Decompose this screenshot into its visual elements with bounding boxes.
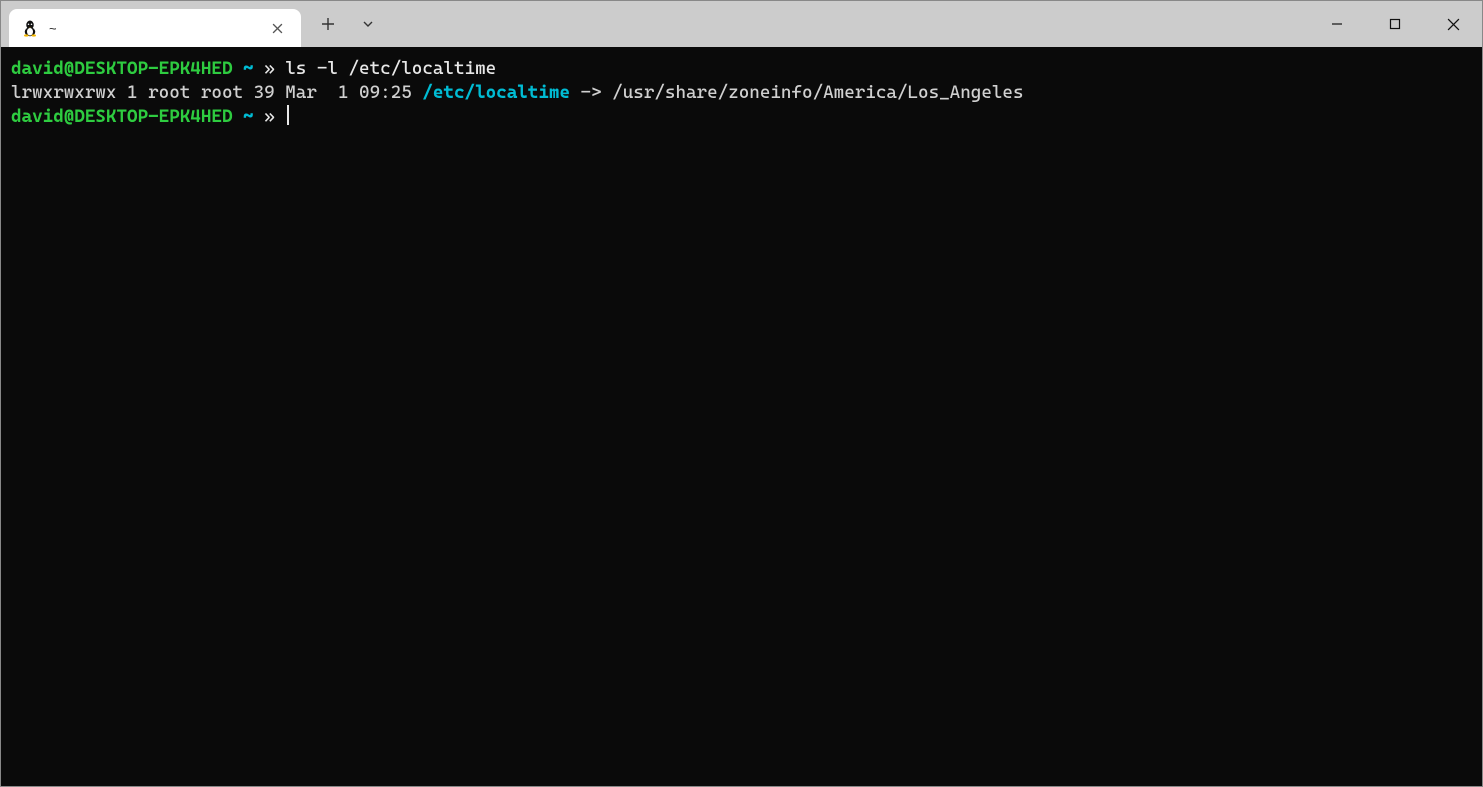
- close-button[interactable]: [1424, 1, 1482, 47]
- ls-output-arrow: ->: [570, 82, 612, 103]
- ls-output-target: /usr/share/zoneinfo/America/Los_Angeles: [612, 82, 1023, 103]
- ls-output-linkname: /etc/localtime: [422, 82, 570, 103]
- ls-output-perms: lrwxrwxrwx 1 root root 39 Mar 1 09:25: [11, 82, 422, 103]
- prompt-cwd: ~: [232, 58, 264, 79]
- cursor: [287, 105, 289, 125]
- prompt-userhost: david@DESKTOP-EPK4HED: [11, 58, 232, 79]
- terminal-window: ~ david@DESKTOP-EPK4HED ~ » ls: [0, 0, 1483, 787]
- tab-close-button[interactable]: [265, 16, 289, 40]
- prompt-cwd: ~: [232, 106, 264, 127]
- new-tab-button[interactable]: [311, 7, 345, 41]
- titlebar[interactable]: ~: [1, 1, 1482, 47]
- command-text: ls -l /etc/localtime: [285, 58, 496, 79]
- tab-title: ~: [49, 21, 255, 36]
- prompt-char: »: [264, 58, 285, 79]
- window-controls: [1308, 1, 1482, 47]
- tab-dropdown-button[interactable]: [351, 7, 385, 41]
- tux-icon: [21, 19, 39, 37]
- prompt-char: »: [264, 106, 285, 127]
- tabstrip-controls: [301, 1, 385, 47]
- prompt-userhost: david@DESKTOP-EPK4HED: [11, 106, 232, 127]
- tab-active[interactable]: ~: [9, 9, 301, 47]
- maximize-button[interactable]: [1366, 1, 1424, 47]
- minimize-button[interactable]: [1308, 1, 1366, 47]
- terminal-body[interactable]: david@DESKTOP-EPK4HED ~ » ls -l /etc/loc…: [1, 47, 1482, 786]
